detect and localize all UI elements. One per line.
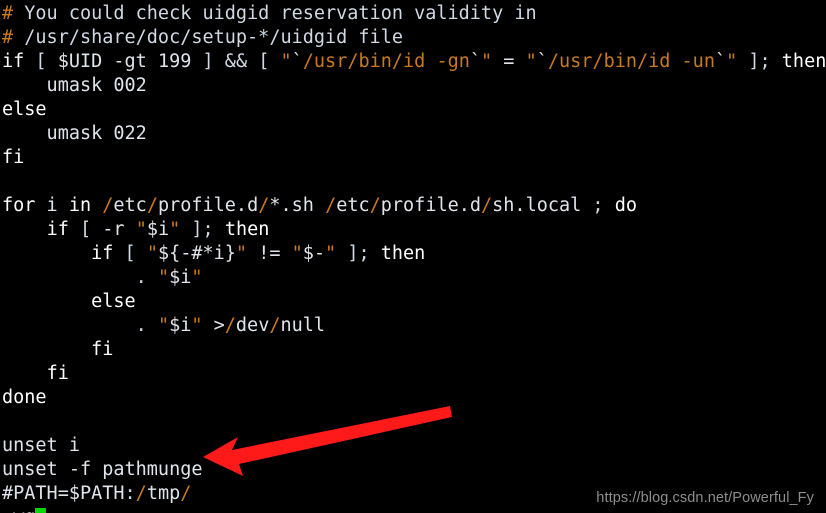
vim-command-line[interactable]: :wq <box>2 506 826 513</box>
code-line: else <box>2 99 47 120</box>
code-line: for i in /etc/profile.d/*.sh /etc/profil… <box>2 195 637 216</box>
code-line: fi <box>2 147 25 168</box>
code-line: . "$i" <box>135 267 203 288</box>
code-line: # You could check uidgid reservation val… <box>2 3 537 24</box>
terminal-screen: # You could check uidgid reservation val… <box>0 0 826 513</box>
code-line: . "$i" >/dev/null <box>135 315 326 336</box>
code-line: if [ -r "$i" ]; then <box>46 219 270 240</box>
code-line: if [ "${-#*i}" != "$-" ]; then <box>91 243 426 264</box>
code-line: # /usr/share/doc/setup-*/uidgid file <box>2 27 403 48</box>
terminal-text-area[interactable]: # You could check uidgid reservation val… <box>0 0 826 513</box>
code-line: fi <box>91 339 114 360</box>
code-line: fi <box>46 363 69 384</box>
code-line: unset i <box>2 435 80 456</box>
code-line: if [ $UID -gt 199 ] && [ "`/usr/bin/id -… <box>2 51 826 72</box>
code-line: umask 002 <box>2 75 147 96</box>
code-line: unset -f pathmunge <box>2 459 203 480</box>
code-line: else <box>91 291 136 312</box>
code-line: umask 022 <box>2 123 147 144</box>
text-cursor <box>35 508 47 513</box>
vim-command-text: :wq <box>2 507 35 513</box>
code-line: done <box>2 387 47 408</box>
watermark-text: https://blog.csdn.net/Powerful_Fy <box>596 490 814 506</box>
